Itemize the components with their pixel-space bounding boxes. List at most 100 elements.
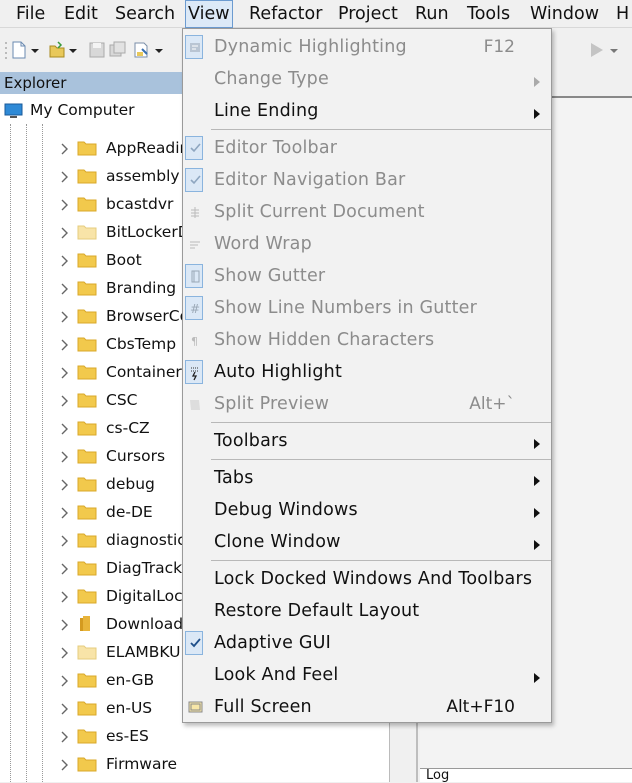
menu-item-word-wrap[interactable]: Word Wrap: [183, 228, 551, 260]
menu-item-show-gutter[interactable]: Show Gutter: [183, 260, 551, 292]
menu-file[interactable]: File: [14, 0, 47, 28]
expand-chevron-icon[interactable]: [60, 561, 70, 575]
expand-chevron-icon[interactable]: [60, 673, 70, 687]
save-icon[interactable]: [88, 40, 106, 60]
expand-chevron-icon[interactable]: [60, 757, 70, 771]
menu-item-shortcut: Alt+F10: [446, 697, 515, 717]
expand-chevron-icon[interactable]: [60, 701, 70, 715]
expand-chevron-icon[interactable]: [60, 533, 70, 547]
menu-separator: [211, 560, 551, 561]
line-numbers-icon: #: [186, 298, 204, 318]
menu-item-label: Lock Docked Windows And Toolbars: [214, 569, 533, 589]
submenu-arrow-icon: [533, 73, 541, 87]
expand-chevron-icon[interactable]: [60, 617, 70, 631]
expand-chevron-icon[interactable]: [60, 365, 70, 379]
menu-item-change-type[interactable]: Change Type: [183, 63, 551, 95]
menu-help[interactable]: H: [614, 0, 631, 28]
menu-item-clone-window[interactable]: Clone Window: [183, 526, 551, 558]
toolbar-grip[interactable]: [4, 40, 8, 60]
folder-icon: [77, 223, 97, 240]
folder-icon: [77, 279, 97, 296]
folder-icon: [77, 335, 97, 352]
menu-item-label: Editor Navigation Bar: [214, 170, 406, 190]
folder-label: Cursors: [106, 447, 166, 465]
expand-chevron-icon[interactable]: [60, 393, 70, 407]
menu-item-dynamic-highlighting[interactable]: Dynamic Highlighting F12: [183, 31, 551, 63]
menu-item-full-screen[interactable]: Full Screen Alt+F10: [183, 691, 551, 723]
menu-view[interactable]: View: [185, 0, 233, 28]
file-properties-icon[interactable]: [133, 40, 151, 60]
menu-item-editor-toolbar[interactable]: Editor Toolbar: [183, 132, 551, 164]
expand-chevron-icon[interactable]: [60, 225, 70, 239]
folder-label: AppReadin: [106, 139, 190, 157]
menu-item-split-current-document[interactable]: Split Current Document: [183, 196, 551, 228]
folder-label: BitLockerD: [106, 223, 190, 241]
menu-item-editor-navigation-bar[interactable]: Editor Navigation Bar: [183, 164, 551, 196]
menu-item-label: Split Preview: [214, 394, 330, 414]
menu-item-label: Tabs: [214, 468, 254, 488]
expand-chevron-icon[interactable]: [60, 337, 70, 351]
expand-chevron-icon[interactable]: [60, 589, 70, 603]
new-file-dropdown-icon[interactable]: [30, 40, 40, 60]
tree-folder-row[interactable]: es-ES: [0, 722, 389, 750]
expand-chevron-icon[interactable]: [60, 645, 70, 659]
menu-item-tabs[interactable]: Tabs: [183, 462, 551, 494]
expand-chevron-icon[interactable]: [60, 477, 70, 491]
folder-icon: [77, 391, 97, 408]
save-all-icon[interactable]: [109, 40, 127, 60]
expand-chevron-icon[interactable]: [60, 141, 70, 155]
expand-chevron-icon[interactable]: [60, 253, 70, 267]
menu-project[interactable]: Project: [336, 0, 400, 28]
tree-folder-row[interactable]: Firmware: [0, 750, 389, 778]
word-wrap-icon: [186, 234, 204, 254]
folder-label: Firmware: [106, 755, 178, 773]
menu-item-label: Show Gutter: [214, 266, 326, 286]
menu-item-look-and-feel[interactable]: Look And Feel: [183, 659, 551, 691]
open-folder-icon[interactable]: [48, 40, 66, 60]
menu-item-toolbars[interactable]: Toolbars: [183, 425, 551, 457]
expand-chevron-icon[interactable]: [60, 449, 70, 463]
menu-item-label: Toolbars: [214, 431, 288, 451]
tree-root-label: My Computer: [30, 101, 135, 119]
properties-dropdown-icon[interactable]: [154, 40, 164, 60]
folder-label: ELAMBKU: [106, 643, 181, 661]
menu-window[interactable]: Window: [528, 0, 601, 28]
folder-label: Boot: [106, 251, 142, 269]
menu-item-adaptive-gui[interactable]: Adaptive GUI: [183, 627, 551, 659]
run-icon[interactable]: [588, 40, 606, 60]
menu-item-label: Adaptive GUI: [214, 633, 331, 653]
tree-root-my-computer[interactable]: My Computer: [0, 98, 135, 122]
menu-refactor[interactable]: Refactor: [247, 0, 324, 28]
expand-chevron-icon[interactable]: [60, 169, 70, 183]
expand-chevron-icon[interactable]: [60, 197, 70, 211]
menu-item-lock-docked-windows[interactable]: Lock Docked Windows And Toolbars: [183, 563, 551, 595]
menu-item-show-line-numbers[interactable]: # Show Line Numbers in Gutter: [183, 292, 551, 324]
folder-icon: [77, 531, 97, 548]
folder-label: CSC: [106, 391, 138, 409]
expand-chevron-icon[interactable]: [60, 505, 70, 519]
menu-edit[interactable]: Edit: [62, 0, 100, 28]
submenu-arrow-icon: [533, 536, 541, 550]
menu-run[interactable]: Run: [413, 0, 451, 28]
menu-item-restore-default-layout[interactable]: Restore Default Layout: [183, 595, 551, 627]
new-file-icon[interactable]: [10, 40, 28, 60]
menu-item-auto-highlight[interactable]: Auto Highlight: [183, 356, 551, 388]
folder-icon: [77, 475, 97, 492]
expand-chevron-icon[interactable]: [60, 281, 70, 295]
folder-label: DigitalLoc: [106, 587, 183, 605]
folder-icon: [77, 755, 97, 772]
run-dropdown-icon[interactable]: [608, 40, 620, 60]
submenu-arrow-icon: [533, 105, 541, 119]
expand-chevron-icon[interactable]: [60, 421, 70, 435]
menu-item-label: Split Current Document: [214, 202, 425, 222]
menu-item-line-ending[interactable]: Line Ending: [183, 95, 551, 127]
open-dropdown-icon[interactable]: [68, 40, 78, 60]
menu-item-split-preview[interactable]: Split Preview Alt+`: [183, 388, 551, 420]
expand-chevron-icon[interactable]: [60, 309, 70, 323]
menu-search[interactable]: Search: [113, 0, 177, 28]
menu-item-debug-windows[interactable]: Debug Windows: [183, 494, 551, 526]
expand-chevron-icon[interactable]: [60, 729, 70, 743]
menu-tools[interactable]: Tools: [465, 0, 512, 28]
menu-item-show-hidden-characters[interactable]: ¶ Show Hidden Characters: [183, 324, 551, 356]
log-panel-tab[interactable]: Log: [420, 768, 632, 783]
